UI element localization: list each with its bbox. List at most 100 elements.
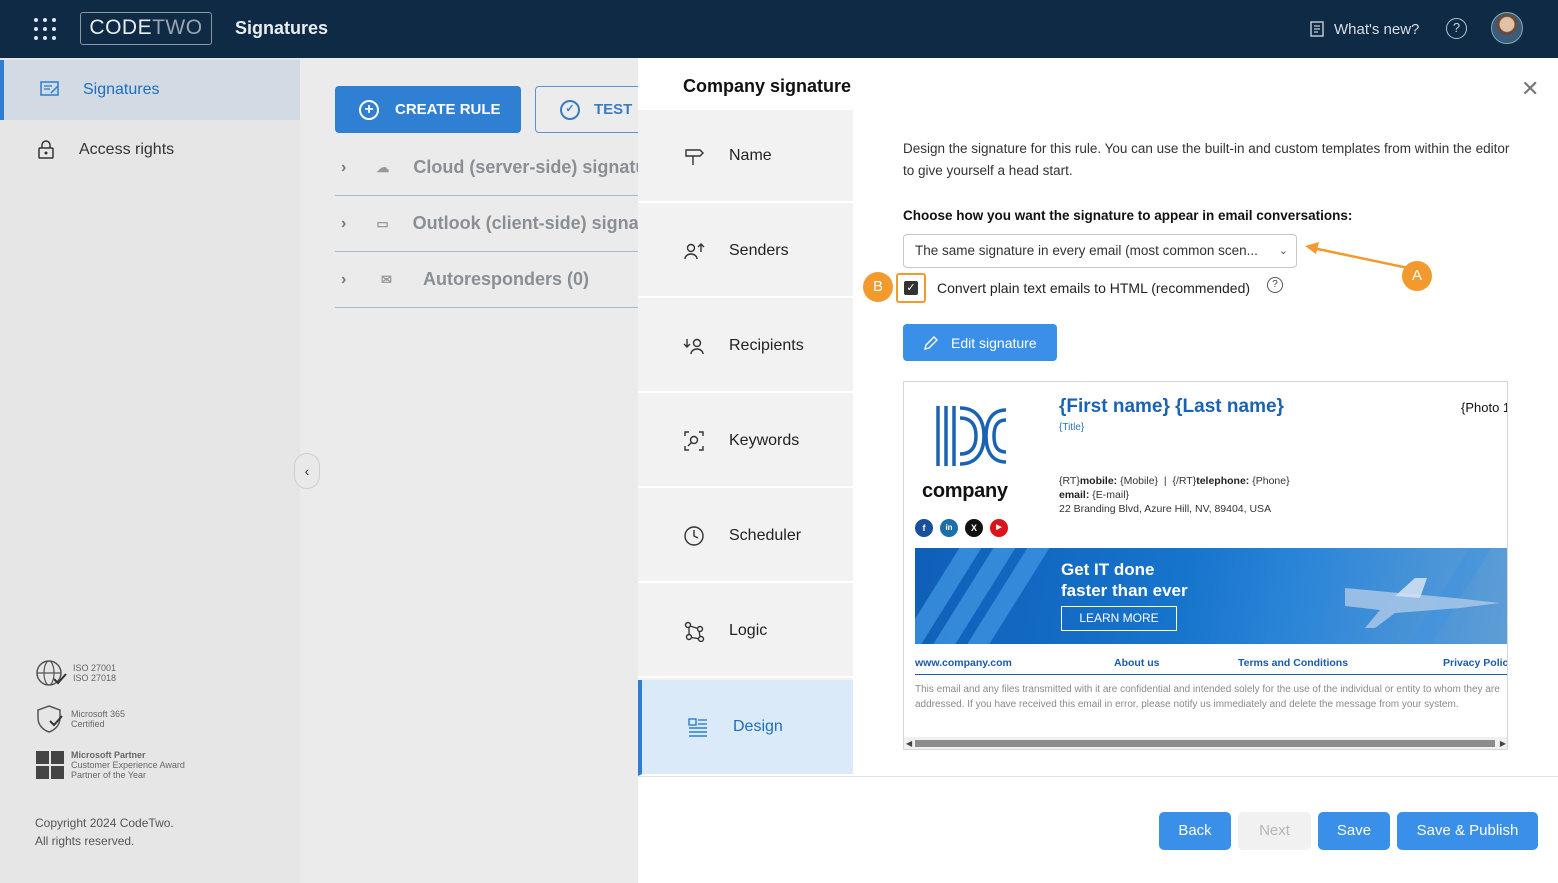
cert-line: ISO 27001 [73,663,117,673]
collapse-sidebar-button[interactable]: ‹ [294,453,320,489]
telephone-label: telephone: [1196,475,1250,487]
step-label: Keywords [729,431,800,449]
callout-arrow [1305,242,1409,270]
rule-group-outlook[interactable]: › ▭ Outlook (client-side) signatures [335,196,645,252]
social-icons: f in X ▶ [915,519,1008,537]
checkbox-highlight: ✓ [896,273,926,303]
step-label: Logic [729,621,768,639]
copyright-line: All rights reserved. [35,834,135,848]
cert-line: ISO 27018 [73,673,117,683]
linkedin-icon: in [940,519,958,537]
preview-photo-placeholder: {Photo 1 [1461,400,1508,415]
company-wordmark: company [922,480,1008,502]
preview-links: www.company.com About us Terms and Condi… [915,653,1507,675]
save-button[interactable]: Save [1318,812,1390,850]
footer-divider [638,776,1558,777]
logic-icon [684,621,705,642]
test-button[interactable]: ✓ TEST [535,86,655,133]
cloud-icon: ☁ [376,159,390,175]
rule-group-autoresponders[interactable]: › ✉ Autoresponders (0) [335,252,645,308]
rt-close-tag: {/RT} [1172,475,1197,487]
step-keywords[interactable]: Keywords [638,395,853,488]
link-about: About us [1114,657,1160,669]
scroll-left-icon[interactable]: ◀ [906,737,912,749]
save-publish-button[interactable]: Save & Publish [1397,812,1538,850]
email-label: email: [1059,489,1090,501]
preview-title: {Title} [1059,422,1085,433]
step-label: Senders [729,241,789,259]
certifications: ISO 27001 ISO 27018 Microsoft 365 Certifie… [35,658,185,796]
rule-group-label: Cloud (server-side) signatures [413,157,645,177]
keywords-icon [684,430,704,451]
step-senders[interactable]: Senders [638,205,853,298]
step-label: Scheduler [729,526,802,544]
sidebar-item-access-rights[interactable]: Access rights [0,120,300,180]
contact-address: 22 Branding Blvd, Azure Hill, NV, 89404,… [1059,503,1272,515]
test-label: TEST [594,101,633,118]
rule-group-label: Autoresponders (0) [423,269,590,289]
edit-signature-button[interactable]: Edit signature [903,324,1057,361]
whats-new-label: What's new? [1334,20,1420,38]
recipients-icon [683,338,704,354]
pencil-icon [924,335,938,350]
convert-html-checkbox[interactable]: ✓ [904,281,918,295]
codetwo-logo: CODETWO [80,12,212,45]
telephone-value: {Phone} [1252,475,1290,487]
close-icon[interactable]: ✕ [1521,76,1539,102]
create-rule-label: CREATE RULE [395,101,501,118]
partner-cert: Microsoft Partner Customer Experience Awa… [35,750,185,780]
preview-contact: {RT}mobile: {Mobile} | {/RT}telephone: {… [1059,474,1290,516]
whats-new-link[interactable]: What's new? [1308,18,1419,40]
lock-icon [38,140,54,159]
back-button[interactable]: Back [1159,812,1231,850]
design-step-content: Design the signature for this rule. You … [853,110,1558,776]
microsoft-logo-icon [36,751,64,779]
wizard-steps: Name Senders Recipients Keywords Schedul… [638,110,853,776]
preview-disclaimer: This email and any files transmitted wit… [915,684,1500,710]
rules-list-area: + CREATE RULE ✓ TEST › ☁ Cloud (server-side)… [300,58,655,883]
preview-scrollbar[interactable]: ◀ ▶ [904,737,1507,749]
chevron-down-icon: ⌄ [1278,245,1288,257]
x-twitter-icon: X [965,519,983,537]
promo-banner: Get IT done faster than ever LEARN MORE [915,548,1507,644]
rt-tag: {RT} [1059,475,1080,487]
logo-two: TWO [152,16,203,39]
scrollbar-thumb[interactable] [915,740,1495,747]
create-rule-button[interactable]: + CREATE RULE [335,86,521,133]
signature-mode-select[interactable]: The same signature in every email (most … [903,234,1297,268]
globe-check-icon [36,660,67,686]
scroll-right-icon[interactable]: ▶ [1500,737,1506,749]
rule-group-cloud[interactable]: › ☁ Cloud (server-side) signatures [335,140,645,196]
news-icon [1310,21,1324,37]
cert-line: Microsoft Partner [71,750,146,760]
edit-signature-label: Edit signature [951,334,1037,351]
step-name[interactable]: Name [638,110,853,203]
select-value: The same signature in every email (most … [915,243,1258,258]
help-icon[interactable]: ? [1446,18,1467,39]
step-label: Design [733,718,783,735]
step-logic[interactable]: Logic [638,585,853,678]
step-label: Recipients [729,336,804,354]
design-icon [688,718,707,737]
app-launcher-icon[interactable] [34,18,56,40]
signature-icon [40,81,59,96]
cert-line: Customer Experience Award [71,760,185,770]
rule-group-label: Outlook (client-side) signatures [412,213,645,233]
step-design[interactable]: Design [638,680,853,776]
app-title: Signatures [235,18,329,38]
user-avatar[interactable] [1491,12,1523,44]
copyright: Copyright 2024 CodeTwo. All rights reserv… [35,814,235,850]
sidebar-item-signatures[interactable]: Signatures [0,60,300,120]
logo-code: CODE [89,16,153,39]
clock-icon [684,525,704,546]
banner-line-1: Get IT done [1061,560,1155,579]
chevron-right-icon: › [341,158,347,176]
facebook-icon: f [915,519,933,537]
step-scheduler[interactable]: Scheduler [638,490,853,583]
step-recipients[interactable]: Recipients [638,300,853,393]
question-icon[interactable]: ? [1267,277,1283,293]
next-button[interactable]: Next [1238,812,1311,850]
link-website: www.company.com [915,657,1012,669]
cert-line: Certified [71,719,105,729]
banner-headline: Get IT done faster than ever [1061,559,1188,601]
